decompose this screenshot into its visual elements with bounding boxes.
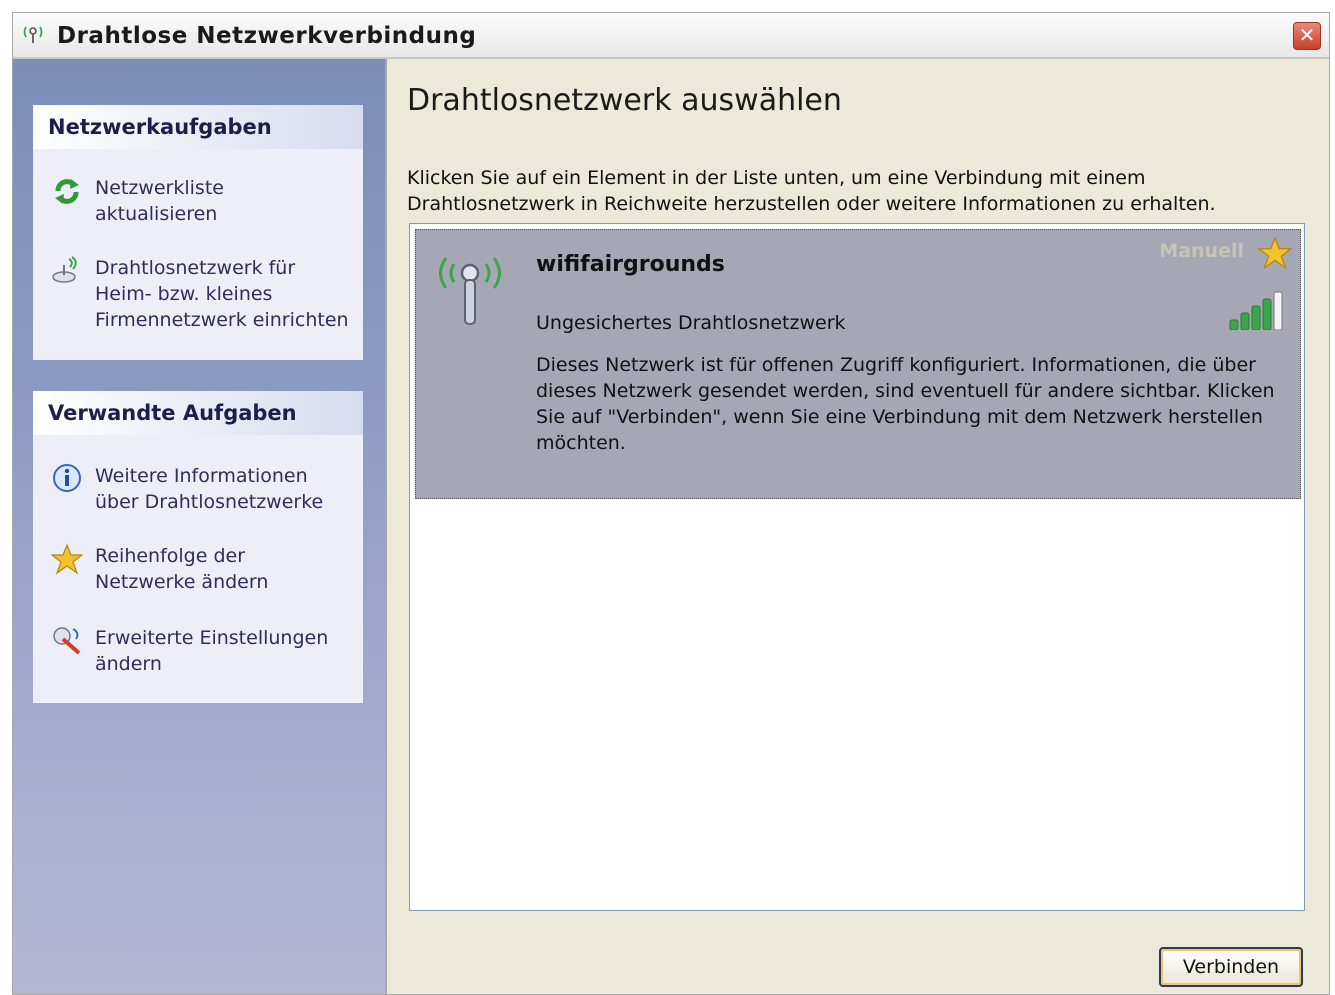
info-icon [51,463,83,495]
advanced-settings-icon [51,625,83,657]
refresh-network-list-label: Netzwerkliste aktualisieren [95,177,224,225]
setup-home-network-label: Drahtlosnetzwerk für Heim- bzw. kleines … [95,257,349,331]
wireless-setup-icon [51,255,83,287]
network-tasks-panel: Netzwerkaufgaben Netzwerkliste aktualisi… [33,105,363,360]
instructions-text: Klicken Sie auf ein Element in der Liste… [407,167,1216,215]
manual-badge: Manuell [1159,240,1244,262]
advanced-settings-link[interactable]: Erweiterte Einstellungen ändern [51,625,351,677]
signal-bar [1251,305,1261,331]
wireless-network-icon [21,23,45,45]
refresh-network-list-link[interactable]: Netzwerkliste aktualisieren [51,175,351,227]
page-title: Drahtlosnetzwerk auswählen [407,83,842,118]
setup-home-network-link[interactable]: Drahtlosnetzwerk für Heim- bzw. kleines … [51,255,351,333]
network-name: wififairgrounds [536,252,725,277]
window-title: Drahtlose Netzwerkverbindung [57,23,477,49]
task-sidebar: Netzwerkaufgaben Netzwerkliste aktualisi… [13,59,387,994]
main-content: Drahtlosnetzwerk auswählen Klicken Sie a… [387,59,1329,994]
network-list: wififairgrounds Manuell Ungesichertes Dr… [409,223,1305,911]
title-bar: Drahtlose Netzwerkverbindung ✕ [13,13,1329,59]
related-tasks-panel: Verwandte Aufgaben Weitere Informationen… [33,391,363,703]
network-description: Dieses Netzwerk ist für offenen Zugriff … [536,354,1275,454]
star-icon [50,543,84,575]
preferred-star-icon [1257,236,1293,270]
signal-bar [1240,312,1250,331]
network-tasks-title: Netzwerkaufgaben [33,105,363,149]
signal-bar [1229,319,1239,331]
advanced-settings-label: Erweiterte Einstellungen ändern [95,627,329,675]
close-button[interactable]: ✕ [1293,22,1321,50]
related-tasks-title: Verwandte Aufgaben [33,391,363,435]
network-list-item[interactable]: wififairgrounds Manuell Ungesichertes Dr… [415,229,1301,499]
signal-bar [1262,298,1272,331]
refresh-icon [51,175,83,207]
more-info-wireless-link[interactable]: Weitere Informationen über Drahtlosnetzw… [51,463,351,515]
wireless-antenna-icon [430,248,510,330]
change-network-order-label: Reihenfolge der Netzwerke ändern [95,545,269,593]
signal-strength-icon [1226,290,1288,331]
more-info-wireless-label: Weitere Informationen über Drahtlosnetzw… [95,465,324,513]
wireless-connection-window: Drahtlose Netzwerkverbindung ✕ Netzwerka… [12,12,1330,995]
change-network-order-link[interactable]: Reihenfolge der Netzwerke ändern [50,543,351,595]
connect-button[interactable]: Verbinden [1159,947,1303,987]
network-security-status: Ungesichertes Drahtlosnetzwerk [536,312,846,334]
signal-bar [1273,291,1283,331]
